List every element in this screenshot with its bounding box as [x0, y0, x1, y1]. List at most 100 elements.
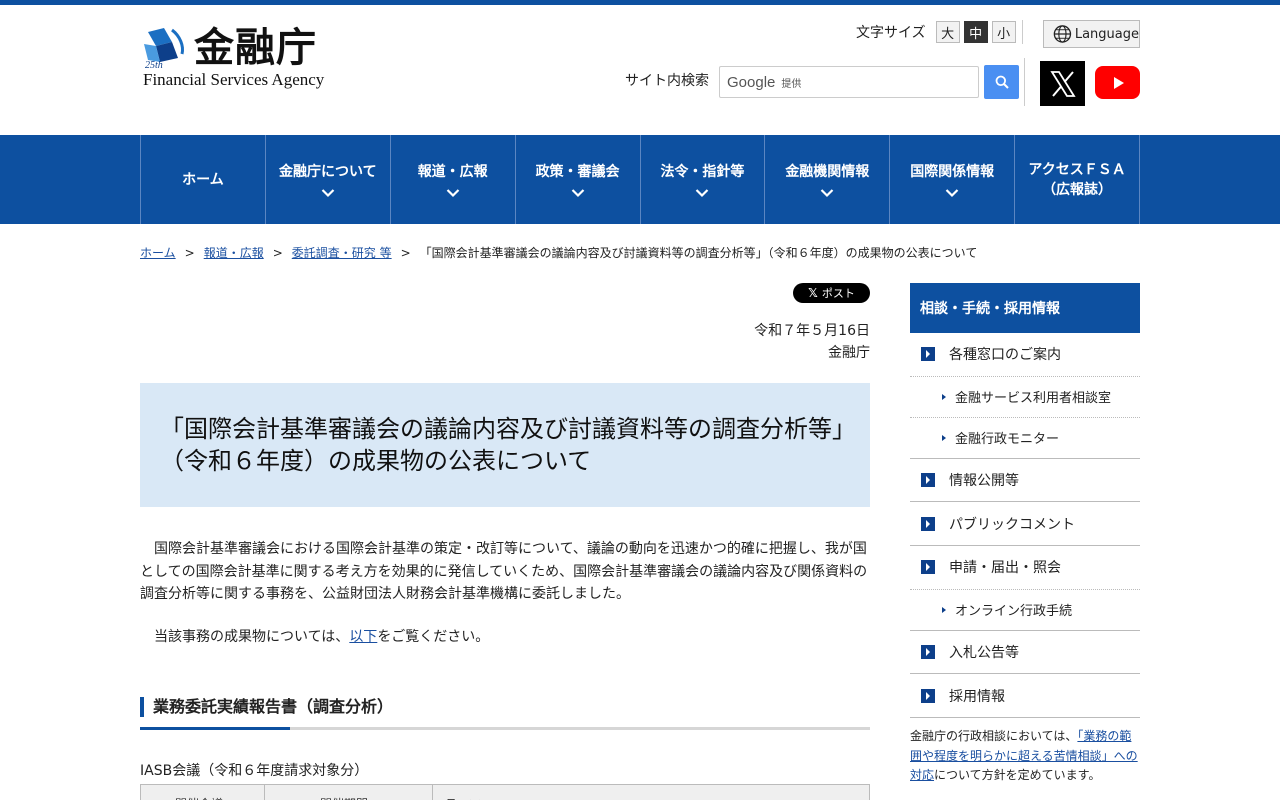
sidebar-note-after: について方針を定めています。 [934, 768, 1101, 783]
logo-english: Financial Services Agency [143, 70, 325, 89]
triangle-right-icon [942, 606, 946, 613]
sidebar-subitem-label: 金融サービス利用者相談室 [955, 391, 1112, 407]
sidebar-item-1[interactable]: 情報公開等 [910, 459, 1140, 503]
language-button[interactable]: Language [1043, 20, 1140, 48]
sidebar-item-label: 情報公開等 [949, 473, 1019, 490]
youtube-icon [1113, 76, 1124, 89]
table-header-period: 開催期間 [265, 785, 433, 800]
nav-item-5[interactable]: 金融機関情報 [765, 135, 891, 224]
triangle-right-icon [942, 393, 946, 400]
page-title: 「国際会計基準審議会の議論内容及び討議資料等の調査分析等」（令和６年度）の成果物… [160, 415, 844, 475]
global-nav: ホーム 金融庁について 報道・広報 政策・審議会 法令・指針等 金融機関情報 国際関係情報 ア… [0, 135, 1280, 224]
nav-item-1[interactable]: 金融庁について [266, 135, 391, 224]
arrow-right-icon [921, 688, 935, 703]
nav-item-7[interactable]: アクセスＦＳＡ （広報誌） [1015, 135, 1140, 224]
arrow-right-icon [921, 473, 935, 488]
nav-item-label: 政策・審議会 [535, 163, 620, 180]
table-header-theme: テーマ [433, 785, 869, 800]
google-brand: Google [727, 73, 776, 91]
post-label: ポスト [821, 287, 855, 300]
sidebar-note-before: 金融庁の行政相談においては、 [910, 729, 1078, 744]
search-icon [995, 75, 1009, 89]
nav-item-6[interactable]: 国際関係情報 [890, 135, 1016, 224]
breadcrumb: ホーム > 報道・広報 > 委託調査・研究 等 > 「国際会計基準審議会の議論内… [140, 244, 977, 261]
logo-kanji: 金融庁 [194, 25, 317, 71]
language-label: Language [1074, 26, 1139, 42]
nav-item-2[interactable]: 報道・広報 [391, 135, 516, 224]
google-brand-sub: 提供 [781, 78, 802, 90]
breadcrumb-separator: > [184, 245, 195, 260]
x-link[interactable] [1040, 61, 1085, 106]
section-heading: 業務委託実績報告書（調査分析） [140, 696, 870, 730]
font-size-label: 文字サイズ [856, 25, 926, 41]
nav-item-label: 法令・指針等 [660, 163, 745, 180]
top-accent-bar [0, 0, 1280, 5]
sidebar-item-4[interactable]: 入札公告等 [910, 631, 1140, 675]
sidebar: 相談・手続・採用情報 各種窓口のご案内金融サービス利用者相談室 金融行政モニター情… [910, 283, 1140, 786]
breadcrumb-separator: > [272, 245, 283, 260]
header-divider [1022, 20, 1023, 44]
chevron-down-icon [571, 188, 584, 197]
sidebar-subitem-label: 金融行政モニター [955, 432, 1060, 448]
x-icon [1049, 70, 1076, 97]
breadcrumb-press[interactable]: 報道・広報 [204, 244, 264, 261]
sidebar-item-label: 各種窓口のご案内 [949, 347, 1061, 364]
sidebar-item-2[interactable]: パブリックコメント [910, 502, 1140, 547]
breadcrumb-research[interactable]: 委託調査・研究 等 [292, 244, 392, 261]
nav-item-3[interactable]: 政策・審議会 [516, 135, 641, 224]
nav-item-label: 国際関係情報 [910, 163, 995, 180]
page-title-box: 「国際会計基準審議会の議論内容及び討議資料等の調査分析等」（令和６年度）の成果物… [140, 383, 870, 507]
paragraph-2-before: 当該事務の成果物については、 [154, 628, 350, 645]
arrow-right-icon [921, 516, 935, 531]
nav-item-label: 金融機関情報 [785, 163, 870, 180]
sidebar-item-label: 入札公告等 [949, 645, 1019, 662]
sidebar-item-3[interactable]: 申請・届出・照会 [910, 546, 1140, 590]
below-link[interactable]: 以下 [349, 629, 377, 645]
youtube-link[interactable] [1095, 66, 1140, 99]
font-size-large-button[interactable]: 大 [935, 21, 960, 43]
section-heading-underline [140, 727, 290, 730]
x-icon: 𝕏 [808, 286, 818, 300]
paragraph-2: 当該事務の成果物については、以下をご覧ください。 [140, 626, 870, 649]
sidebar-heading: 相談・手続・採用情報 [910, 283, 1140, 333]
font-size-medium-button[interactable]: 中 [963, 21, 988, 43]
sidebar-subitem-label: オンライン行政手続 [955, 604, 1073, 620]
triangle-right-icon [942, 434, 946, 441]
nav-item-label: ホーム [182, 171, 224, 188]
breadcrumb-home[interactable]: ホーム [140, 244, 176, 261]
chevron-down-icon [945, 188, 959, 197]
sidebar-subitem[interactable]: オンライン行政手続 [910, 590, 1140, 631]
breadcrumb-current: 「国際会計基準審議会の議論内容及び討議資料等の調査分析等」（令和６年度）の成果物… [419, 246, 978, 260]
table-caption: IASB会議（令和６年度請求対象分） [140, 763, 369, 779]
chevron-down-icon [696, 188, 709, 197]
body-text: 国際会計基準審議会における国際会計基準の策定・改訂等について、議論の動向を迅速か… [140, 538, 870, 648]
x-post-button[interactable]: 𝕏 ポスト [793, 283, 870, 303]
paragraph-1: 国際会計基準審議会における国際会計基準の策定・改訂等について、議論の動向を迅速か… [140, 541, 868, 602]
site-search-input[interactable]: Google 提供 [719, 66, 979, 98]
fsa-emblem-icon: 25th [142, 24, 190, 70]
header-divider-2 [1024, 58, 1025, 106]
logo-badge: 25th [145, 60, 163, 70]
sidebar-item-5[interactable]: 採用情報 [910, 674, 1140, 719]
arrow-right-icon [921, 560, 935, 575]
font-size-small-button[interactable]: 小 [991, 21, 1016, 43]
nav-item-0[interactable]: ホーム [141, 135, 266, 224]
nav-item-label: アクセスＦＳＡ （広報誌） [1028, 161, 1126, 198]
nav-item-4[interactable]: 法令・指針等 [641, 135, 766, 224]
breadcrumb-separator: > [400, 245, 411, 260]
publish-date: 令和７年５月16日 [754, 323, 870, 339]
site-logo[interactable]: 25th 金融庁 Financial Services Agency [140, 22, 340, 92]
publish-org: 金融庁 [828, 345, 870, 361]
sidebar-subitem[interactable]: 金融サービス利用者相談室 [910, 377, 1140, 418]
nav-item-label: 金融庁について [279, 163, 377, 180]
site-search-label: サイト内検索 [625, 73, 709, 89]
font-size-switcher: 文字サイズ 大 中 小 [856, 20, 1016, 44]
nav-item-label: 報道・広報 [417, 163, 488, 180]
arrow-right-icon [921, 645, 935, 660]
sidebar-subitem[interactable]: 金融行政モニター [910, 418, 1140, 459]
table-header-meeting: 開催会議 [141, 785, 265, 800]
section-heading-bar [140, 697, 144, 717]
chevron-down-icon [446, 188, 459, 197]
sidebar-item-0[interactable]: 各種窓口のご案内 [910, 333, 1140, 377]
search-button[interactable] [984, 65, 1019, 99]
